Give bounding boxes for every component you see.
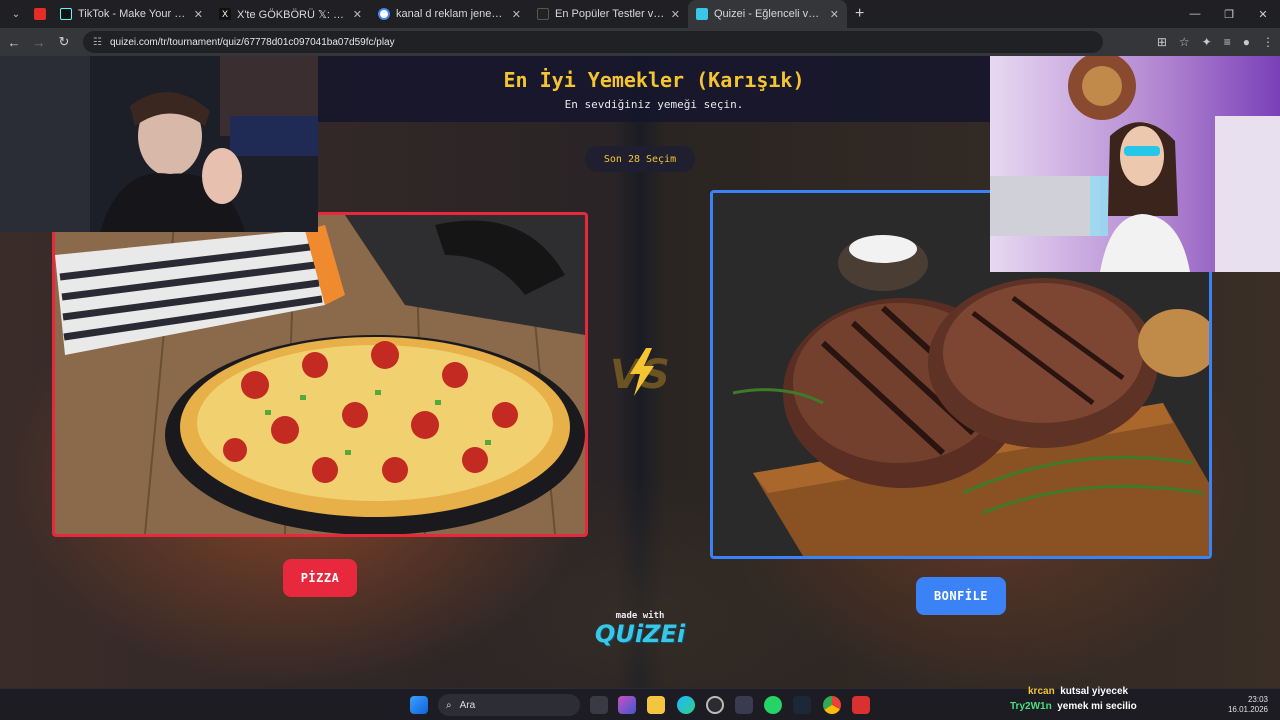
close-tab-icon[interactable]: ✕ [512,8,521,21]
close-tab-icon[interactable]: ✕ [194,8,203,21]
taskbar-search[interactable]: ⌕ Ara [438,694,580,716]
forward-arrow-icon[interactable]: → [28,31,50,53]
reload-icon[interactable]: ↻ [53,31,75,53]
tab-x[interactable]: X X'te GÖKBÖRÜ 𝕏: "TÜRKİYE TÜ ✕ [211,0,370,28]
close-window-icon[interactable]: ✕ [1246,0,1280,28]
extensions-icon[interactable]: ✦ [1202,35,1212,49]
chat-message: yemek mi secilio [1057,701,1137,712]
quizei-logo: QUiZEi [594,620,686,648]
quiz-title: En İyi Yemekler (Karışık) [503,68,805,92]
search-label: Ara [459,699,476,711]
bookmark-star-icon[interactable]: ☆ [1179,35,1190,49]
pizza-image [55,215,585,534]
whatsapp-icon[interactable] [764,696,782,714]
chat-username: Try2W1n [1010,701,1052,712]
tiktok-favicon-icon [60,8,72,20]
tab-tiktok[interactable]: TikTok - Make Your Day ✕ [52,0,211,28]
store-icon[interactable] [735,696,753,714]
windows-start-icon[interactable] [410,696,428,714]
quiz-page: En İyi Yemekler (Karışık) En sevdiğiniz … [0,56,1280,688]
obs-icon[interactable] [706,696,724,714]
round-badge: Son 28 Seçim [585,146,695,172]
site-info-icon[interactable]: ☷ [93,37,102,48]
chat-line: krcan kutsal yiyecek [1010,684,1137,699]
profile-avatar-icon[interactable]: ● [1243,35,1250,49]
close-tab-icon[interactable]: ✕ [830,8,839,21]
chrome-icon[interactable] [823,696,841,714]
new-tab-plus-icon[interactable]: + [855,5,864,23]
tab-testler[interactable]: En Popüler Testler ve Eğlenceli ✕ [529,0,688,28]
tab-title: TikTok - Make Your Day [78,8,188,20]
quizei-favicon-icon [696,8,708,20]
versus-lightning-icon: VS [610,348,670,398]
x-favicon-icon: X [219,8,231,20]
chat-message: kutsal yiyecek [1060,686,1129,697]
pizza-image-card[interactable] [52,212,588,537]
webcam-overlay-right [990,56,1280,272]
webcam-left-image [0,56,318,232]
maximize-icon[interactable]: ❐ [1212,0,1246,28]
tab-quizei[interactable]: Quizei - Eğlenceli ve etkileşimli ✕ [688,0,847,28]
tab-youtube[interactable] [28,0,52,28]
google-favicon-icon [378,8,390,20]
copilot-icon[interactable] [618,696,636,714]
minimize-icon[interactable]: — [1178,0,1212,28]
webcam-overlay-left [0,56,318,232]
youtube-favicon-icon [34,8,46,20]
stream-chat-overlay: krcan kutsal yiyecek Try2W1n yemek mi se… [1010,684,1137,714]
file-explorer-icon[interactable] [647,696,665,714]
tab-title: X'te GÖKBÖRÜ 𝕏: "TÜRKİYE TÜ [237,8,347,21]
address-bar[interactable]: ☷ quizei.com/tr/tournament/quiz/67778d01… [83,31,1103,53]
site-favicon-icon [537,8,549,20]
tab-search-chevron-icon[interactable]: ⌄ [4,4,28,24]
window-controls: — ❐ ✕ [1178,0,1280,28]
close-tab-icon[interactable]: ✕ [671,8,680,21]
browser-toolbar: ← → ↻ ☷ quizei.com/tr/tournament/quiz/67… [0,28,1280,56]
webcam-right-image [990,56,1280,272]
steam-icon[interactable] [793,696,811,714]
quiz-header: En İyi Yemekler (Karışık) En sevdiğiniz … [318,56,990,122]
media-controls-icon[interactable]: ≡ [1224,35,1231,49]
tab-title: kanal d reklam jeneriği - Google [396,8,506,20]
tab-title: En Popüler Testler ve Eğlenceli [555,8,665,20]
close-tab-icon[interactable]: ✕ [353,8,362,21]
made-with-quizei[interactable]: made with QUiZEi [594,611,686,647]
translate-icon[interactable]: ⊞ [1157,35,1167,49]
url-text: quizei.com/tr/tournament/quiz/67778d01c0… [109,36,395,48]
menu-kebab-icon[interactable]: ⋮ [1262,35,1274,49]
edge-icon[interactable] [677,696,695,714]
pizza-choice-button[interactable]: PİZZA [283,559,357,597]
browser-tab-strip: ⌄ TikTok - Make Your Day ✕ X X'te GÖKBÖR… [0,0,1280,28]
tab-google[interactable]: kanal d reklam jeneriği - Google ✕ [370,0,529,28]
task-view-icon[interactable] [590,696,608,714]
bonfile-choice-button[interactable]: BONFİLE [916,577,1006,615]
system-clock[interactable]: 23:03 16.01.2026 [1228,695,1268,715]
clock-time: 23:03 [1247,695,1268,704]
tab-title: Quizei - Eğlenceli ve etkileşimli [714,8,824,20]
app-red-icon[interactable] [852,696,870,714]
clock-date: 16.01.2026 [1227,705,1268,714]
search-icon: ⌕ [446,699,452,711]
quiz-subtitle: En sevdiğiniz yemeği seçin. [564,98,744,111]
back-arrow-icon[interactable]: ← [3,31,25,53]
chat-username: krcan [1028,686,1055,697]
toolbar-icons: ⊞ ☆ ✦ ≡ ● ⋮ [1157,28,1274,56]
chat-line: Try2W1n yemek mi secilio [1010,699,1137,714]
